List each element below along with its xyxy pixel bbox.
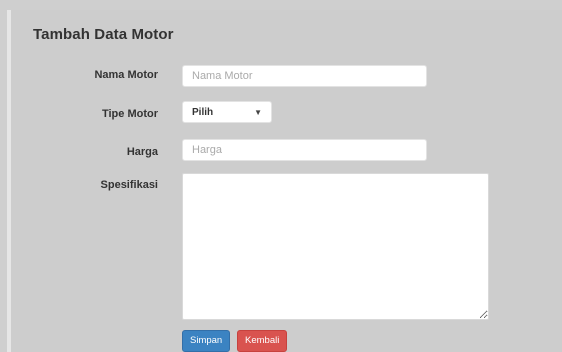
nama-motor-input[interactable]: [182, 65, 427, 87]
tipe-motor-label: Tipe Motor: [101, 108, 158, 120]
page-title: Tambah Data Motor: [33, 26, 174, 43]
harga-input[interactable]: [182, 139, 427, 161]
spesifikasi-textarea[interactable]: [182, 173, 489, 320]
caret-down-icon: ▼: [254, 108, 262, 117]
spesifikasi-label: Spesifikasi: [100, 179, 158, 191]
tipe-motor-select[interactable]: Pilih ▼: [182, 101, 272, 123]
tipe-motor-selected-value: Pilih: [192, 107, 214, 118]
save-button[interactable]: Simpan: [182, 330, 231, 352]
back-button[interactable]: Kembali: [237, 330, 288, 352]
harga-label: Harga: [126, 146, 158, 158]
nama-motor-label: Nama Motor: [94, 69, 158, 81]
